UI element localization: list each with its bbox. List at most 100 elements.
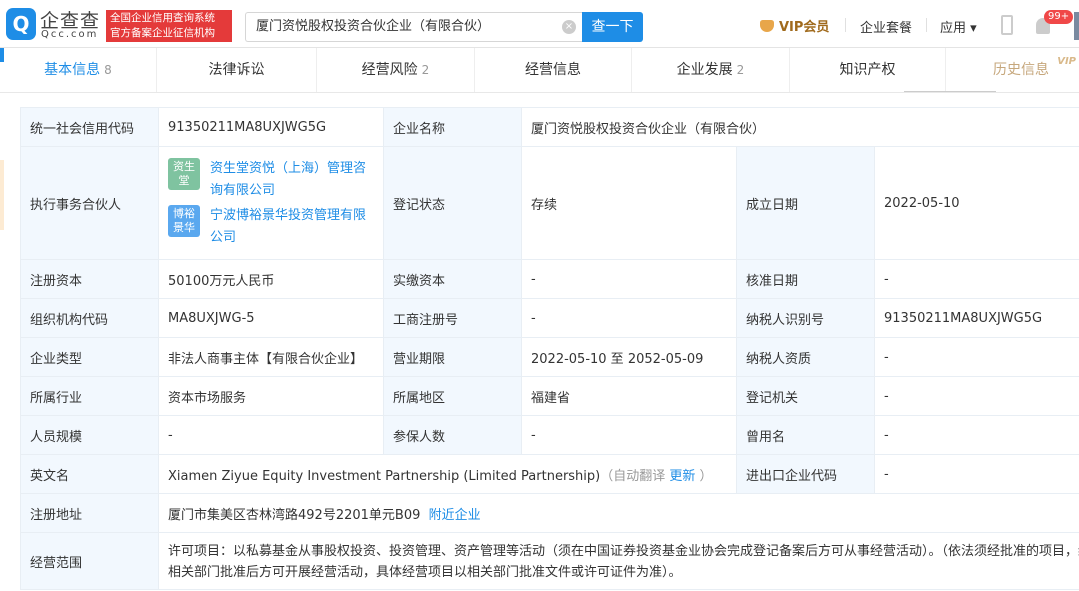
field-label: 组织机构代码 (21, 299, 159, 338)
nearby-companies-link[interactable]: 附近企业 (429, 508, 481, 523)
tab-risk[interactable]: 经营风险 2 (317, 48, 475, 92)
import-export-code-value: - (875, 455, 1079, 494)
tax-id-value: 91350211MA8UXJWG5G (875, 299, 1079, 338)
tab-legal[interactable]: 法律诉讼 (157, 48, 317, 92)
tab-label: 经营信息 (525, 62, 581, 78)
basic-info-table: 统一社会信用代码 91350211MA8UXJWG5G 企业名称 厦门资悦股权投… (20, 107, 1079, 590)
partner-logo: 博裕景华 (168, 205, 200, 237)
field-label: 注册资本 (21, 260, 159, 299)
qcc-logo-icon[interactable]: Q (6, 8, 36, 40)
tab-label: 法律诉讼 (209, 62, 265, 78)
search-button[interactable]: 查一下 (582, 12, 643, 42)
tab-ip[interactable]: 知识产权 (790, 48, 946, 92)
field-label: 所属地区 (384, 377, 522, 416)
tab-basic-info[interactable]: 基本信息 8 (0, 48, 157, 92)
field-label: 英文名 (21, 455, 159, 494)
field-label: 核准日期 (737, 260, 875, 299)
address-cell: 厦门市集美区杏林湾路492号2201单元B09 附近企业 (159, 494, 1079, 533)
tab-development[interactable]: 企业发展 2 (632, 48, 790, 92)
tab-operation[interactable]: 经营信息 (475, 48, 632, 92)
field-label: 工商注册号 (384, 299, 522, 338)
avatar[interactable] (1074, 12, 1079, 40)
field-label: 人员规模 (21, 416, 159, 455)
tab-count: 2 (422, 63, 430, 77)
tab-history[interactable]: 历史信息VIP (946, 48, 1079, 92)
table-row: 人员规模- 参保人数- 曾用名- (21, 416, 1079, 455)
credit-code-value: 91350211MA8UXJWG5G (159, 108, 384, 147)
reg-authority-value: - (875, 377, 1079, 416)
top-header: Q 企查查 Qcc.com 全国企业信用查询系统官方备案企业征信机构 厦门资悦股… (0, 0, 1079, 48)
table-row: 统一社会信用代码 91350211MA8UXJWG5G 企业名称 厦门资悦股权投… (21, 108, 1079, 147)
table-row: 注册资本50100万元人民币 实缴资本- 核准日期- (21, 260, 1079, 299)
english-name-cell: Xiamen Ziyue Equity Investment Partnersh… (159, 455, 737, 494)
field-label: 经营范围 (21, 533, 159, 590)
paid-capital-value: - (522, 260, 737, 299)
tab-label: 经营风险 (362, 62, 418, 78)
vip-gem-icon (760, 20, 774, 32)
industry-value: 资本市场服务 (159, 377, 384, 416)
slogan-line: 官方备案企业征信机构 (110, 26, 228, 41)
clear-search-icon[interactable]: × (562, 20, 576, 34)
paren-close: ） (700, 469, 713, 484)
vip-tag: VIP (1057, 40, 1076, 84)
company-name-value: 厦门资悦股权投资合伙企业（有限合伙） (522, 108, 1079, 147)
field-label: 参保人数 (384, 416, 522, 455)
table-row: 所属行业资本市场服务 所属地区福建省 登记机关- (21, 377, 1079, 416)
vip-label: VIP会员 (779, 20, 829, 35)
divider (845, 18, 846, 32)
field-label: 执行事务合伙人 (21, 147, 159, 260)
staff-size-value: - (159, 416, 384, 455)
divider (926, 18, 927, 32)
tab-label: 历史信息 (993, 62, 1049, 78)
field-label: 注册地址 (21, 494, 159, 533)
notification-badge: 99+ (1044, 10, 1073, 24)
update-translation-link[interactable]: 更新 (669, 469, 695, 484)
scope-line: 许可项目：以私募基金从事股权投资、投资管理、资产管理等活动（须在中国证券投资基金… (168, 541, 1079, 562)
table-row: 组织机构代码MA8UXJWG-5 工商注册号- 纳税人识别号91350211MA… (21, 299, 1079, 338)
field-label: 所属行业 (21, 377, 159, 416)
established-date-value: 2022-05-10 (875, 147, 1079, 260)
mobile-phone-icon[interactable] (1001, 15, 1013, 35)
auto-translate-note: （自动翻译 (600, 469, 665, 484)
vip-member-link[interactable]: VIP会员 (760, 16, 829, 35)
partner-item: 博裕景华宁波博裕景华投资管理有限公司 (168, 205, 374, 249)
tab-label: 基本信息 (44, 62, 100, 78)
business-term-value: 2022-05-10 至 2052-05-09 (522, 338, 737, 377)
status-value: 存续 (522, 147, 737, 260)
partner-item: 资生堂资生堂资悦（上海）管理咨询有限公司 (168, 158, 374, 202)
region-value: 福建省 (522, 377, 737, 416)
table-row: 英文名 Xiamen Ziyue Equity Investment Partn… (21, 455, 1079, 494)
section-tabs: 基本信息 8 法律诉讼 经营风险 2 经营信息 企业发展 2 知识产权 历史信息VIP (0, 48, 1079, 93)
slogan-badge: 全国企业信用查询系统官方备案企业征信机构 (106, 10, 232, 42)
tab-label: 企业发展 (677, 62, 733, 78)
insured-count-value: - (522, 416, 737, 455)
field-label: 营业期限 (384, 338, 522, 377)
active-indicator (0, 48, 4, 62)
tax-qualification-value: - (875, 338, 1079, 377)
field-label: 纳税人识别号 (737, 299, 875, 338)
partners-cell: 资生堂资生堂资悦（上海）管理咨询有限公司 博裕景华宁波博裕景华投资管理有限公司 (159, 147, 384, 260)
brand-domain: Qcc.com (41, 29, 98, 40)
field-label: 进出口企业代码 (737, 455, 875, 494)
registered-capital-value: 50100万元人民币 (159, 260, 384, 299)
field-label: 统一社会信用代码 (21, 108, 159, 147)
partner-link[interactable]: 宁波博裕景华投资管理有限公司 (210, 205, 370, 249)
company-type-value: 非法人商事主体【有限合伙企业】 (159, 338, 384, 377)
partner-link[interactable]: 资生堂资悦（上海）管理咨询有限公司 (210, 158, 370, 202)
search-input[interactable]: 厦门资悦股权投资合伙企业（有限合伙） (245, 12, 582, 42)
table-row: 经营范围 许可项目：以私募基金从事股权投资、投资管理、资产管理等活动（须在中国证… (21, 533, 1079, 590)
enterprise-package-link[interactable]: 企业套餐 (860, 17, 912, 36)
slogan-line: 全国企业信用查询系统 (110, 11, 228, 26)
business-scope-value: 许可项目：以私募基金从事股权投资、投资管理、资产管理等活动（须在中国证券投资基金… (159, 533, 1079, 590)
field-label: 纳税人资质 (737, 338, 875, 377)
reg-no-value: - (522, 299, 737, 338)
field-label: 企业类型 (21, 338, 159, 377)
tab-count: 2 (737, 63, 745, 77)
apps-dropdown[interactable]: 应用 ▾ (940, 17, 977, 36)
field-label: 登记状态 (384, 147, 522, 260)
address-value: 厦门市集美区杏林湾路492号2201单元B09 (168, 508, 420, 523)
tab-underline (904, 91, 996, 92)
scope-line: 相关部门批准后方可开展经营活动，具体经营项目以相关部门批准文件或许可证件为准）。 (168, 562, 1079, 583)
field-label: 企业名称 (384, 108, 522, 147)
tab-count: 8 (104, 63, 112, 77)
